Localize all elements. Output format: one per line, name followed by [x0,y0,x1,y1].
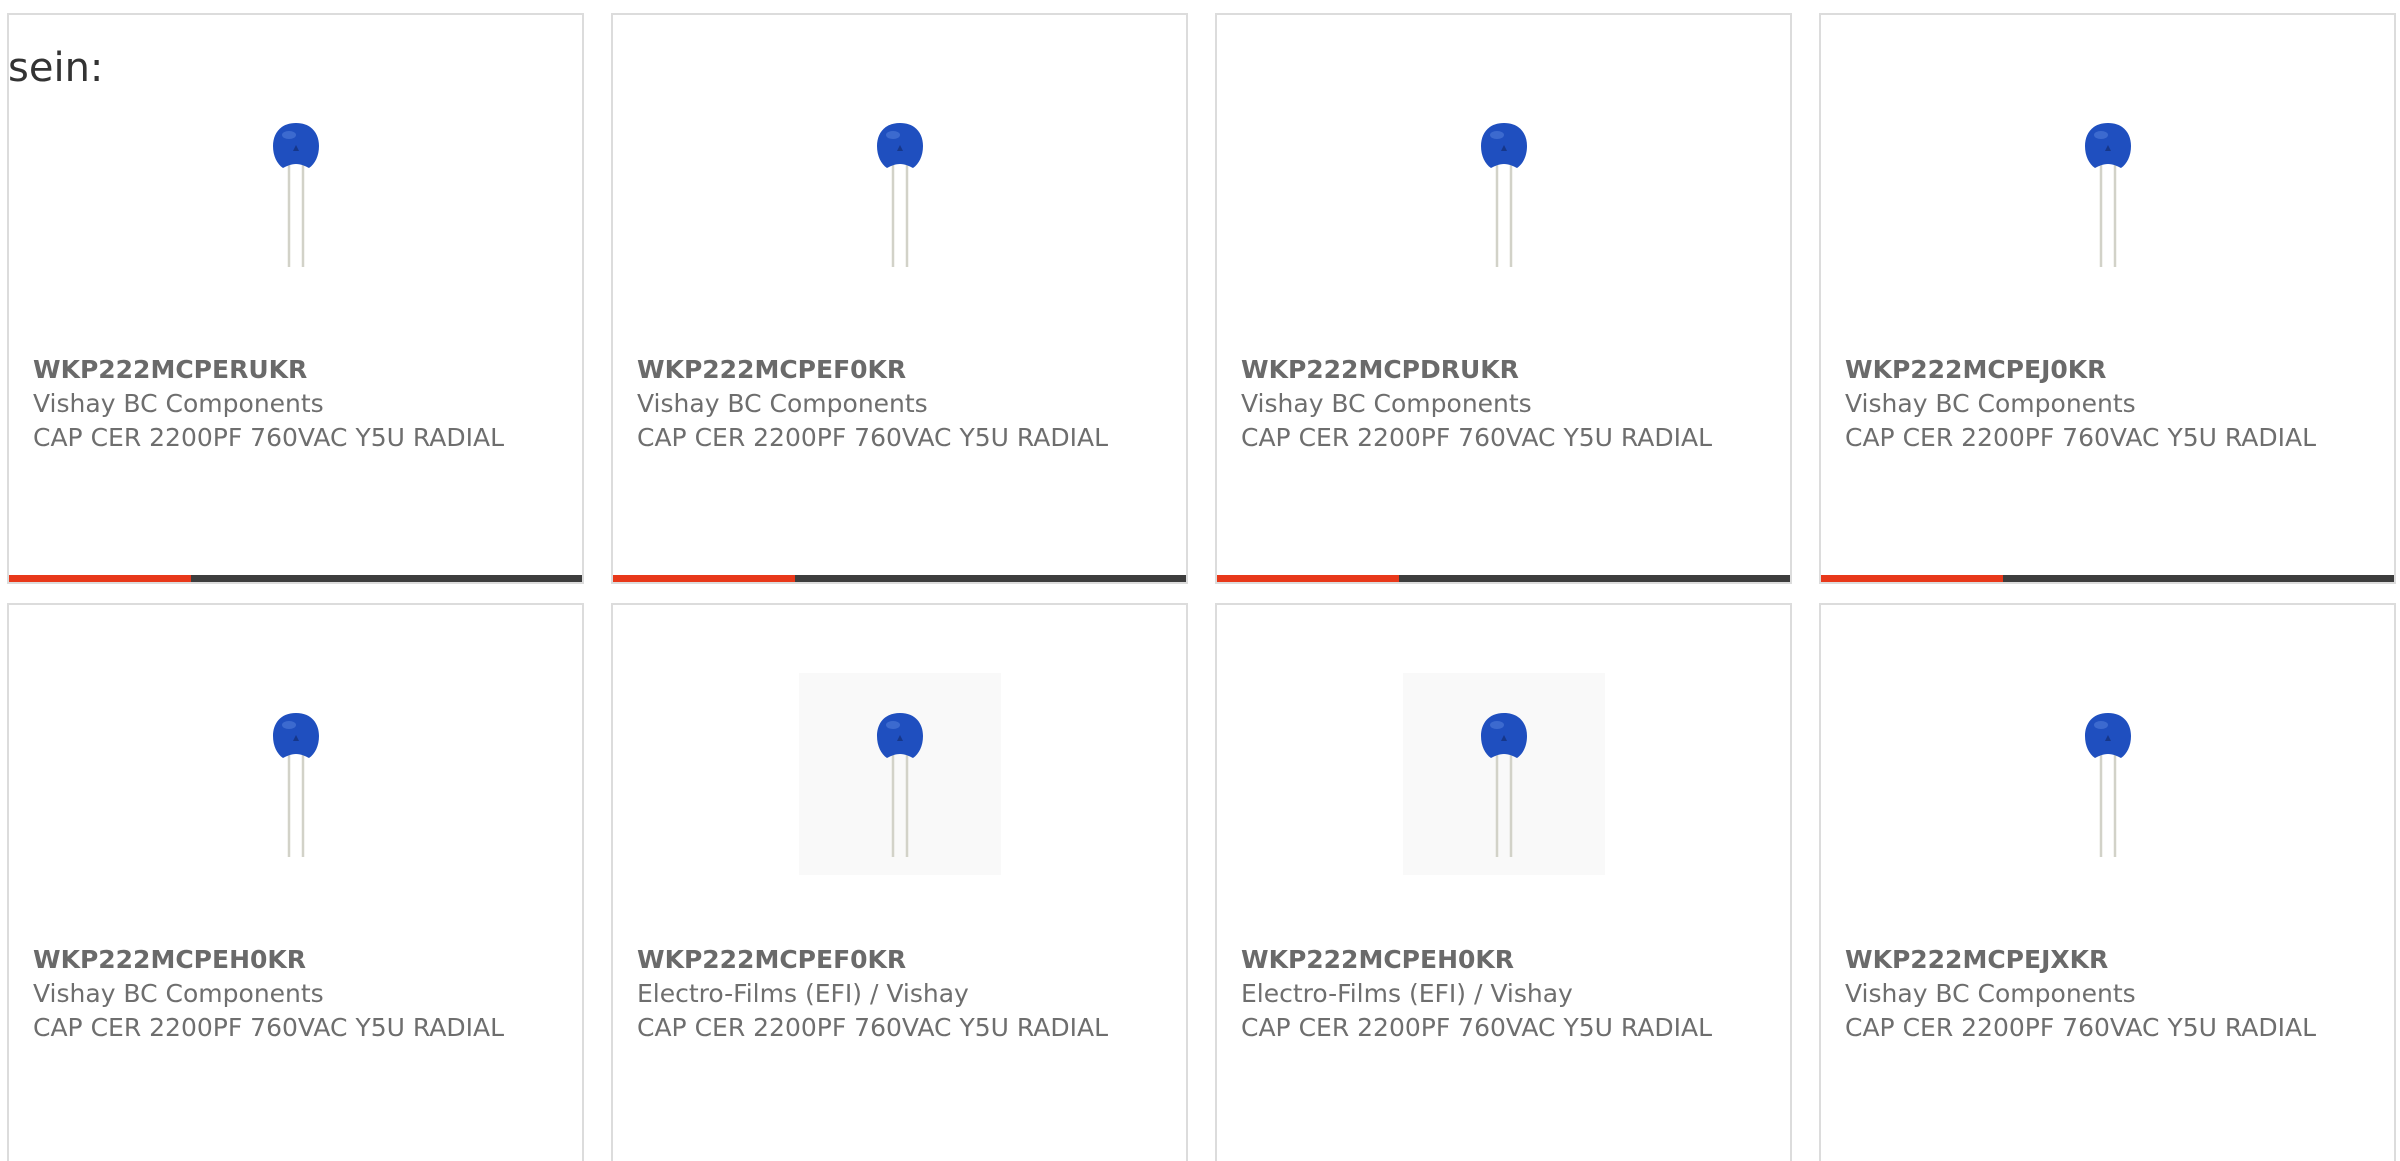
product-image[interactable] [9,693,582,865]
part-number-link[interactable]: WKP222MCPEF0KR [637,355,906,384]
part-number-link[interactable]: WKP222MCPDRUKR [1241,355,1519,384]
card-footer-bar [1217,575,1790,582]
product-card[interactable]: WKP222MCPEH0KR Electro-Films (EFI) / Vis… [1215,603,1792,1161]
ceramic-disc-capacitor-icon [876,123,923,267]
product-card[interactable]: WKP222MCPERUKR Vishay BC Components CAP … [7,13,584,584]
product-description: CAP CER 2200PF 760VAC Y5U RADIAL [1241,423,1712,452]
ceramic-disc-capacitor-icon [876,713,923,857]
part-number-link[interactable]: WKP222MCPEH0KR [33,945,306,974]
ceramic-disc-capacitor-icon [2084,123,2131,267]
product-description: CAP CER 2200PF 760VAC Y5U RADIAL [637,1013,1108,1042]
product-image[interactable] [1217,673,1790,875]
card-accent-bar [9,575,191,582]
card-footer-bar [613,575,1186,582]
product-card[interactable]: WKP222MCPEH0KR Vishay BC Components CAP … [7,603,584,1161]
product-description: CAP CER 2200PF 760VAC Y5U RADIAL [33,1013,504,1042]
part-number-link[interactable]: WKP222MCPEJ0KR [1845,355,2106,384]
card-footer-bar [1821,575,2394,582]
product-image[interactable] [1821,103,2394,275]
card-footer-bar [9,575,582,582]
product-description: CAP CER 2200PF 760VAC Y5U RADIAL [1845,1013,2316,1042]
ceramic-disc-capacitor-icon [2084,713,2131,857]
product-description: CAP CER 2200PF 760VAC Y5U RADIAL [637,423,1108,452]
manufacturer: Vishay BC Components [1241,389,1532,418]
product-image[interactable] [1821,693,2394,865]
manufacturer: Vishay BC Components [637,389,928,418]
part-number-link[interactable]: WKP222MCPEF0KR [637,945,906,974]
manufacturer: Vishay BC Components [1845,979,2136,1008]
manufacturer: Vishay BC Components [33,389,324,418]
manufacturer: Vishay BC Components [1845,389,2136,418]
product-card[interactable]: WKP222MCPEJXKR Vishay BC Components CAP … [1819,603,2396,1161]
product-image[interactable] [1217,103,1790,275]
manufacturer: Electro-Films (EFI) / Vishay [637,979,969,1008]
product-card[interactable]: WKP222MCPEF0KR Electro-Films (EFI) / Vis… [611,603,1188,1161]
part-number-link[interactable]: WKP222MCPERUKR [33,355,307,384]
product-image[interactable] [613,673,1186,875]
product-description: CAP CER 2200PF 760VAC Y5U RADIAL [1241,1013,1712,1042]
product-card[interactable]: WKP222MCPEF0KR Vishay BC Components CAP … [611,13,1188,584]
ceramic-disc-capacitor-icon [1480,123,1527,267]
ceramic-disc-capacitor-icon [272,123,319,267]
product-card[interactable]: WKP222MCPDRUKR Vishay BC Components CAP … [1215,13,1792,584]
card-accent-bar [1217,575,1399,582]
card-accent-bar [613,575,795,582]
intro-text: sein: [8,45,104,91]
product-card[interactable]: WKP222MCPEJ0KR Vishay BC Components CAP … [1819,13,2396,584]
card-accent-bar [1821,575,2003,582]
ceramic-disc-capacitor-icon [272,713,319,857]
manufacturer: Electro-Films (EFI) / Vishay [1241,979,1573,1008]
part-number-link[interactable]: WKP222MCPEJXKR [1845,945,2108,974]
part-number-link[interactable]: WKP222MCPEH0KR [1241,945,1514,974]
product-image[interactable] [9,103,582,275]
product-description: CAP CER 2200PF 760VAC Y5U RADIAL [1845,423,2316,452]
product-image[interactable] [613,103,1186,275]
product-description: CAP CER 2200PF 760VAC Y5U RADIAL [33,423,504,452]
manufacturer: Vishay BC Components [33,979,324,1008]
ceramic-disc-capacitor-icon [1480,713,1527,857]
